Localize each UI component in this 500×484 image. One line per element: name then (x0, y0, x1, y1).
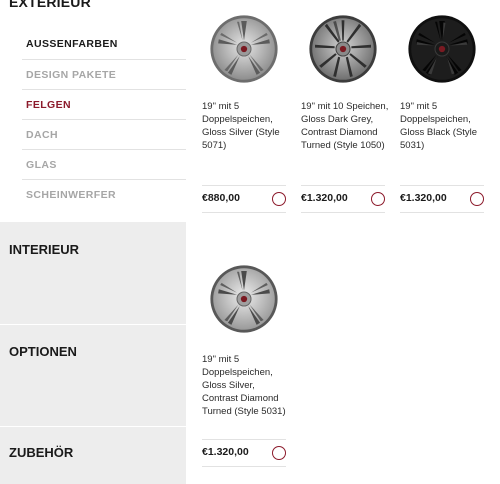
category-divider (0, 324, 186, 325)
wheel-price: €1.320,00 (301, 192, 348, 204)
wheel-description: 19" mit 10 Speichen, Gloss Dark Grey, Co… (301, 101, 389, 151)
price-row: €880,00 (202, 185, 286, 213)
sidebar-item-dach[interactable]: DACH (22, 119, 186, 149)
wheel-image (202, 264, 286, 348)
dark-grey-wheel-icon (309, 15, 377, 83)
price-row: €1.320,00 (202, 439, 286, 467)
category-zubehoer[interactable]: ZUBEHÖR (0, 445, 186, 460)
category-interieur[interactable]: INTERIEUR (0, 242, 186, 257)
price-row: €1.320,00 (400, 185, 484, 213)
wheel-description: 19" mit 5 Doppelspeichen, Gloss Silver (… (202, 101, 280, 151)
wheel-description: 19" mit 5 Doppelspeichen, Gloss Silver, … (202, 354, 286, 417)
select-wheel-radio[interactable] (272, 192, 286, 206)
black-wheel-icon (408, 15, 476, 83)
category-divider (0, 426, 186, 427)
configurator-sidebar: EXTERIEUR AUSSENFARBEN DESIGN PAKETE FEL… (0, 0, 186, 484)
wheel-price: €880,00 (202, 192, 240, 204)
price-row: €1.320,00 (301, 185, 385, 213)
wheel-image (301, 14, 385, 98)
sidebar-item-glas[interactable]: GLAS (22, 149, 186, 179)
sidebar-item-scheinwerfer[interactable]: SCHEINWERFER (22, 179, 186, 209)
wheel-description: 19" mit 5 Doppelspeichen, Gloss Black (S… (400, 101, 478, 151)
exterior-title[interactable]: EXTERIEUR (9, 0, 91, 10)
wheel-image (202, 14, 286, 98)
select-wheel-radio[interactable] (470, 192, 484, 206)
select-wheel-radio[interactable] (371, 192, 385, 206)
sidebar-item-design-pakete[interactable]: DESIGN PAKETE (22, 59, 186, 89)
category-optionen[interactable]: OPTIONEN (0, 344, 186, 359)
wheel-image (400, 14, 484, 98)
wheel-price: €1.320,00 (400, 192, 447, 204)
sidebar-item-aussenfarben[interactable]: AUSSENFARBEN (22, 29, 186, 59)
silver-wheel-icon (210, 15, 278, 83)
sidebar-item-felgen[interactable]: FELGEN (22, 89, 186, 119)
exterior-section: EXTERIEUR AUSSENFARBEN DESIGN PAKETE FEL… (0, 0, 186, 222)
wheel-price: €1.320,00 (202, 446, 249, 458)
select-wheel-radio[interactable] (272, 446, 286, 460)
silver-wheel-icon (210, 265, 278, 333)
